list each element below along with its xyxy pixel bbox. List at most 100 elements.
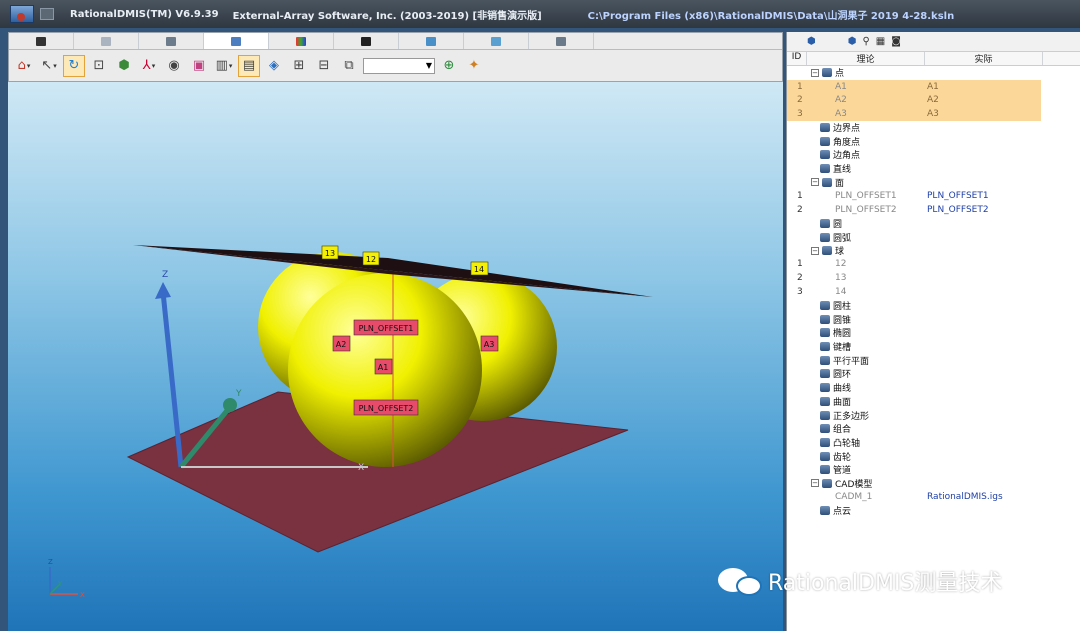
view-tab-row	[9, 33, 782, 50]
home-view-button[interactable]: ⌂ ▾	[13, 55, 35, 77]
tree-item-row[interactable]: 2 PLN_OFFSET2 PLN_OFFSET2	[787, 203, 1080, 217]
label-pln-offset1-text: PLN_OFFSET1	[359, 324, 414, 333]
label-toggle-button[interactable]: ▤	[238, 54, 260, 77]
tree-group-row[interactable]: 点云	[787, 504, 1080, 518]
rotate-icon: ↻	[68, 58, 80, 73]
tree-group-row[interactable]: 曲线	[787, 381, 1080, 395]
tree-group-row[interactable]: − 面	[787, 176, 1080, 190]
tree-group-row[interactable]: 组合	[787, 422, 1080, 436]
collapse-icon[interactable]: −	[811, 68, 819, 77]
filter-icon[interactable]: ⚲	[862, 36, 869, 47]
label-a3[interactable]: A3	[480, 335, 499, 352]
layout-button[interactable]: ▥ ▾	[213, 55, 235, 77]
tree-group-row[interactable]: − 点	[787, 66, 1080, 80]
tree-group-row[interactable]: 圆柱	[787, 299, 1080, 313]
copy-view-button[interactable]: ⧉	[338, 55, 360, 77]
tree-group-row[interactable]: 角度点	[787, 134, 1080, 148]
features-tab-icon[interactable]: ⬢	[807, 36, 816, 47]
visibility-button[interactable]: ◉	[163, 55, 185, 77]
tree-item-row[interactable]: 1 A1 A1	[787, 79, 1041, 94]
tree-group-row[interactable]: 正多边形	[787, 408, 1080, 422]
col-id-header[interactable]: ID	[787, 52, 807, 65]
tree-row-name: 直线	[820, 162, 851, 175]
tree-item-row[interactable]: 3 14	[787, 285, 1080, 299]
select-tool-button[interactable]: ↖ ▾	[38, 55, 60, 77]
tree-group-row[interactable]: 圆弧	[787, 230, 1080, 244]
tree-row-name: 13	[835, 273, 846, 283]
tree-row-label: 键槽	[833, 343, 852, 354]
label-a1[interactable]: A1	[374, 358, 393, 375]
tree-item-row[interactable]: 2 A2 A2	[787, 93, 1041, 108]
nominal-tab-icon[interactable]: ⬢	[848, 36, 857, 47]
tab-probe[interactable]	[9, 33, 74, 49]
tree-group-row[interactable]: 平行平面	[787, 353, 1080, 367]
tree-group-row[interactable]: 键槽	[787, 340, 1080, 354]
chart-icon[interactable]: ▦	[876, 36, 885, 47]
tree-group-row[interactable]: 管道	[787, 463, 1080, 477]
tab-machine[interactable]	[334, 33, 399, 49]
tree-row-name: 管道	[820, 463, 851, 476]
tree-item-row[interactable]: 1 12	[787, 258, 1080, 272]
tree-row-name: 曲面	[820, 395, 851, 408]
col-actual-header[interactable]: 实际	[925, 52, 1043, 65]
tree-group-row[interactable]: 曲面	[787, 395, 1080, 409]
collapse-icon[interactable]: −	[811, 246, 819, 255]
tree-group-row[interactable]: 直线	[787, 162, 1080, 176]
tree-item-row[interactable]: CADM_1 RationalDMIS.igs	[787, 490, 1080, 504]
tree-item-row[interactable]: 2 13	[787, 271, 1080, 285]
tab-report[interactable]	[529, 33, 594, 49]
tree-group-row[interactable]: 边角点	[787, 148, 1080, 162]
rotate-button[interactable]: ↻	[63, 54, 85, 77]
label-pln-offset1[interactable]: PLN_OFFSET1	[353, 319, 419, 336]
tree-group-row[interactable]: 椭圆	[787, 326, 1080, 340]
label-14-text: 14	[474, 265, 484, 274]
mini-y-label: Y	[57, 580, 63, 588]
window-menu-icon[interactable]	[40, 8, 54, 20]
tree-group-row[interactable]: 凸轮轴	[787, 436, 1080, 450]
tree-group-row[interactable]: 圆环	[787, 367, 1080, 381]
view-select[interactable]: ▼	[363, 57, 435, 74]
tree-row-label: 点云	[833, 507, 852, 518]
tree-group-row[interactable]: 齿轮	[787, 449, 1080, 463]
tree-row-label: 点	[835, 69, 845, 80]
tree-group-row[interactable]: − 球	[787, 244, 1080, 258]
col-nominal-header[interactable]: 理论	[807, 52, 925, 65]
collapse-icon[interactable]: −	[811, 479, 819, 488]
tree-row-name: A3	[835, 109, 847, 119]
restore-view-button[interactable]: ⊟	[313, 55, 335, 77]
table-icon	[166, 36, 176, 46]
feature-type-icon	[820, 150, 830, 160]
camera-icon[interactable]: ◙	[891, 36, 901, 47]
collapse-icon[interactable]: −	[811, 178, 819, 187]
settings-button[interactable]: ✦	[463, 55, 485, 77]
tab-tolerance[interactable]	[399, 33, 464, 49]
save-view-button[interactable]: ⊞	[288, 55, 310, 77]
feature-type-icon	[820, 369, 830, 379]
tab-features[interactable]	[269, 33, 334, 49]
tree-group-row[interactable]: 圆	[787, 217, 1080, 231]
tree-item-row[interactable]: 1 PLN_OFFSET1 PLN_OFFSET1	[787, 189, 1080, 203]
tab-camera[interactable]	[464, 33, 529, 49]
tree-row-name: 正多边形	[820, 409, 869, 422]
display-features-button[interactable]: ◈	[263, 55, 285, 77]
zoom-fit-button[interactable]: ⊡	[88, 55, 110, 77]
tree-item-row[interactable]: 3 A3 A3	[787, 107, 1041, 121]
label-a2[interactable]: A2	[332, 335, 351, 352]
tab-graphics[interactable]	[204, 33, 269, 49]
tree-group-row[interactable]: − CAD模型	[787, 477, 1080, 491]
fit-model-button[interactable]: ⬢	[113, 55, 135, 77]
axis-view-button[interactable]: ⅄ ▾	[138, 55, 160, 77]
label-pln-offset2[interactable]: PLN_OFFSET2	[353, 399, 419, 416]
tree-group-row[interactable]: 边界点	[787, 121, 1080, 135]
tab-program[interactable]	[74, 33, 139, 49]
tree-row-label: 凸轮轴	[833, 438, 861, 449]
label-12[interactable]: 12	[362, 251, 380, 266]
add-view-button[interactable]: ⊕	[438, 55, 460, 77]
tab-table[interactable]	[139, 33, 204, 49]
label-13[interactable]: 13	[321, 245, 339, 260]
app-logo-icon[interactable]	[10, 5, 34, 23]
label-14[interactable]: 14	[470, 261, 489, 276]
render-mode-button[interactable]: ▣	[188, 55, 210, 77]
tree-group-row[interactable]: 圆锥	[787, 312, 1080, 326]
graphics-viewport[interactable]: Z Y X 13 12 14 PLN_OFFSET1 A2 A1 A3 PLN_…	[8, 82, 783, 631]
